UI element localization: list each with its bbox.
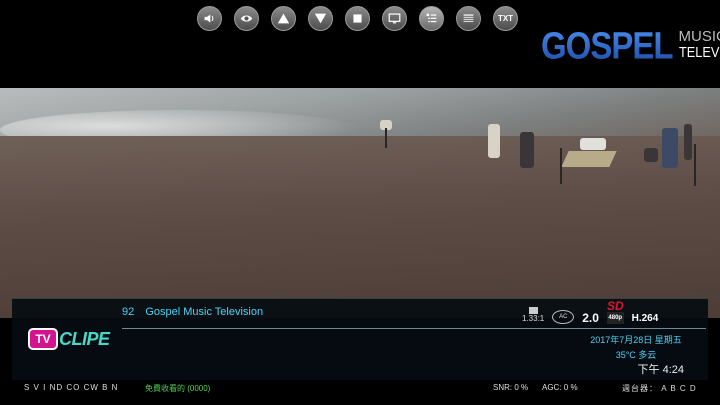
tuner-readout: 週台器： A B C D bbox=[622, 384, 697, 393]
audio-channels-text: 2.0 bbox=[582, 311, 599, 325]
program-logo-tv: TV bbox=[28, 328, 58, 350]
quality-badge: SD 480p bbox=[606, 299, 624, 324]
list-button[interactable] bbox=[419, 6, 444, 31]
snr-readout: SNR: 0 % bbox=[493, 383, 529, 392]
logo-television-text: TELEVISION bbox=[678, 44, 720, 61]
video-equipment bbox=[644, 148, 658, 162]
channel-logo: GOSPEL MUSIC TELEVISION bbox=[541, 23, 720, 67]
eye-button[interactable] bbox=[234, 6, 259, 31]
logo-music-text: MUSIC bbox=[678, 28, 720, 45]
video-stand bbox=[560, 148, 562, 184]
video-stand bbox=[385, 128, 387, 148]
info-divider bbox=[122, 328, 706, 329]
channel-down-button[interactable] bbox=[308, 6, 333, 31]
program-logo: TV CLIPE bbox=[28, 327, 110, 351]
video-rock bbox=[0, 136, 720, 318]
video-codec-text: H.264 bbox=[631, 313, 659, 324]
stop-button[interactable] bbox=[345, 6, 370, 31]
resolution-text: 480p bbox=[606, 312, 624, 324]
aspect-ratio-badge: 1.33:1 bbox=[522, 307, 544, 324]
video-codec-badge: H.264 bbox=[632, 314, 659, 324]
date-text: 2017年7月28日 星期五 bbox=[590, 335, 682, 345]
audio-codec-text: AC bbox=[559, 314, 568, 320]
triangle-up-icon bbox=[277, 13, 290, 24]
logo-side: MUSIC TELEVISION bbox=[679, 29, 720, 61]
aspect-ratio-text: 1.33:1 bbox=[522, 314, 545, 323]
channel-info-panel: 92 Gospel Music Television 1.33:1 AC 2.0… bbox=[12, 298, 708, 380]
video-equipment bbox=[580, 138, 606, 150]
status-bar: S V I ND CO CW B N 免費收看的 (0000) SNR: 0 %… bbox=[0, 380, 720, 396]
stream-badges: 1.33:1 AC 2.0 SD 480p H.264 bbox=[522, 300, 659, 324]
weather-text: 35°C 多云 bbox=[615, 350, 657, 360]
control-buttons: TXT bbox=[197, 6, 518, 32]
volume-icon bbox=[204, 14, 214, 23]
list-icon bbox=[426, 13, 437, 23]
stop-icon bbox=[353, 14, 362, 23]
epg-button[interactable] bbox=[456, 6, 481, 31]
date-weather: 2017年7月28日 星期五 35°C 多云 bbox=[586, 333, 686, 361]
video-person bbox=[684, 124, 692, 160]
monitor-button[interactable] bbox=[382, 6, 407, 31]
aspect-ratio-icon bbox=[528, 307, 538, 314]
video-person bbox=[662, 128, 678, 168]
logo-main-text: GOSPEL bbox=[541, 23, 674, 67]
channel-name: Gospel Music Television bbox=[145, 306, 264, 318]
audio-codec-badge: AC bbox=[552, 310, 575, 324]
clock: 下午 4:24 bbox=[637, 364, 684, 376]
video-stand bbox=[694, 144, 696, 186]
video-frame bbox=[0, 88, 720, 318]
video-tarp bbox=[561, 151, 617, 167]
program-logo-clipe: CLIPE bbox=[59, 328, 110, 349]
agc-readout: AGC: 0 % bbox=[542, 383, 578, 392]
channel-up-button[interactable] bbox=[271, 6, 296, 31]
top-bar: TXT GOSPEL MUSIC TELEVISION bbox=[0, 0, 720, 88]
monitor-icon bbox=[388, 13, 401, 24]
video-person bbox=[520, 132, 534, 168]
quality-text: SD bbox=[606, 299, 624, 313]
txt-icon: TXT bbox=[497, 14, 514, 23]
channel-title[interactable]: 92 Gospel Music Television bbox=[122, 306, 263, 318]
volume-button[interactable] bbox=[197, 6, 222, 31]
free-to-air-label: 免費收看的 (0000) bbox=[145, 384, 211, 393]
audio-channels-badge: 2.0 bbox=[582, 312, 599, 324]
txt-button[interactable]: TXT bbox=[493, 6, 518, 31]
triangle-down-icon bbox=[314, 13, 327, 24]
signal-flags: S V I ND CO CW B N bbox=[24, 383, 119, 392]
channel-number: 92 bbox=[122, 306, 135, 318]
video-person bbox=[488, 124, 500, 158]
epg-icon bbox=[463, 14, 474, 22]
eye-icon bbox=[240, 15, 253, 22]
